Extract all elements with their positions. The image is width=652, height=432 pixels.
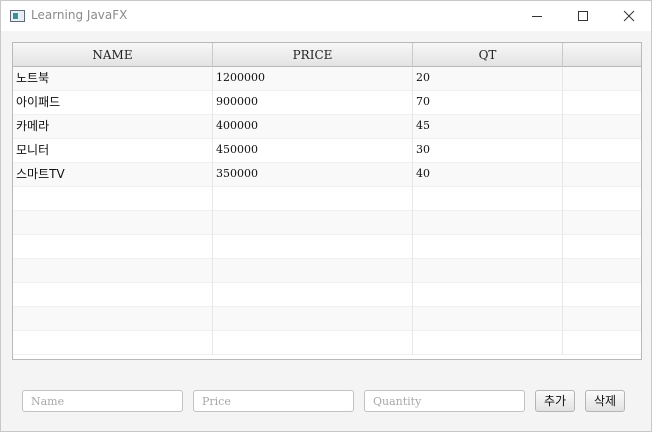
cell-name: 스마트TV bbox=[13, 163, 213, 187]
cell-name: 모니터 bbox=[13, 139, 213, 163]
cell-qt: 40 bbox=[413, 163, 563, 187]
app-window: Learning JavaFX NAME PRICE QT 노트북 120000… bbox=[0, 0, 652, 432]
empty-cell bbox=[13, 331, 213, 355]
empty-cell bbox=[413, 307, 563, 331]
minimize-button[interactable] bbox=[514, 1, 560, 31]
table-row[interactable]: 노트북 1200000 20 bbox=[13, 67, 641, 91]
cell-name: 아이패드 bbox=[13, 91, 213, 115]
close-icon bbox=[623, 10, 635, 22]
cell-qt: 20 bbox=[413, 67, 563, 91]
cell-price: 450000 bbox=[213, 139, 413, 163]
empty-cell bbox=[213, 331, 413, 355]
cell-filler bbox=[563, 115, 641, 139]
empty-cell bbox=[13, 235, 213, 259]
maximize-icon bbox=[578, 11, 588, 21]
empty-cell bbox=[413, 331, 563, 355]
column-header-qt[interactable]: QT bbox=[413, 43, 563, 67]
empty-table-row bbox=[13, 307, 641, 331]
empty-cell bbox=[563, 283, 641, 307]
empty-cell bbox=[13, 187, 213, 211]
empty-cell bbox=[213, 211, 413, 235]
empty-cell bbox=[13, 211, 213, 235]
empty-cell bbox=[563, 235, 641, 259]
app-window-icon bbox=[10, 10, 25, 22]
empty-table-row bbox=[13, 211, 641, 235]
column-header-filler bbox=[563, 43, 641, 67]
table-row[interactable]: 모니터 450000 30 bbox=[13, 139, 641, 163]
cell-qt: 45 bbox=[413, 115, 563, 139]
empty-cell bbox=[413, 283, 563, 307]
empty-table-row bbox=[13, 283, 641, 307]
table-row[interactable]: 아이패드 900000 70 bbox=[13, 91, 641, 115]
cell-name: 카메라 bbox=[13, 115, 213, 139]
empty-cell bbox=[213, 307, 413, 331]
empty-cell bbox=[563, 331, 641, 355]
title-bar[interactable]: Learning JavaFX bbox=[1, 1, 651, 31]
empty-cell bbox=[563, 259, 641, 283]
empty-cell bbox=[563, 307, 641, 331]
empty-cell bbox=[213, 235, 413, 259]
cell-qt: 30 bbox=[413, 139, 563, 163]
cell-price: 350000 bbox=[213, 163, 413, 187]
delete-button[interactable]: 삭제 bbox=[585, 390, 625, 412]
close-button[interactable] bbox=[606, 1, 652, 31]
cell-price: 900000 bbox=[213, 91, 413, 115]
cell-price: 1200000 bbox=[213, 67, 413, 91]
empty-cell bbox=[413, 211, 563, 235]
empty-cell bbox=[413, 259, 563, 283]
table-row[interactable]: 카메라 400000 45 bbox=[13, 115, 641, 139]
add-button[interactable]: 추가 bbox=[535, 390, 575, 412]
cell-name: 노트북 bbox=[13, 67, 213, 91]
empty-cell bbox=[213, 187, 413, 211]
empty-cell bbox=[213, 283, 413, 307]
empty-cell bbox=[13, 307, 213, 331]
name-input[interactable] bbox=[22, 390, 183, 412]
window-title: Learning JavaFX bbox=[31, 8, 128, 22]
empty-cell bbox=[213, 259, 413, 283]
product-table[interactable]: NAME PRICE QT 노트북 1200000 20 아이패드 900000… bbox=[12, 42, 642, 360]
empty-table-row bbox=[13, 235, 641, 259]
empty-cell bbox=[13, 259, 213, 283]
column-header-name[interactable]: NAME bbox=[13, 43, 213, 67]
empty-cell bbox=[413, 235, 563, 259]
table-row[interactable]: 스마트TV 350000 40 bbox=[13, 163, 641, 187]
cell-qt: 70 bbox=[413, 91, 563, 115]
cell-filler bbox=[563, 163, 641, 187]
cell-price: 400000 bbox=[213, 115, 413, 139]
empty-cell bbox=[563, 187, 641, 211]
minimize-icon bbox=[532, 16, 542, 17]
empty-table-row bbox=[13, 259, 641, 283]
empty-cell bbox=[413, 187, 563, 211]
table-body: 노트북 1200000 20 아이패드 900000 70 카메라 400000… bbox=[13, 67, 641, 359]
empty-cell bbox=[563, 211, 641, 235]
empty-table-row bbox=[13, 331, 641, 355]
cell-filler bbox=[563, 67, 641, 91]
quantity-input[interactable] bbox=[364, 390, 525, 412]
price-input[interactable] bbox=[193, 390, 354, 412]
empty-cell bbox=[13, 283, 213, 307]
cell-filler bbox=[563, 139, 641, 163]
column-header-price[interactable]: PRICE bbox=[213, 43, 413, 67]
maximize-button[interactable] bbox=[560, 1, 606, 31]
empty-table-row bbox=[13, 187, 641, 211]
table-header: NAME PRICE QT bbox=[13, 43, 641, 67]
cell-filler bbox=[563, 91, 641, 115]
